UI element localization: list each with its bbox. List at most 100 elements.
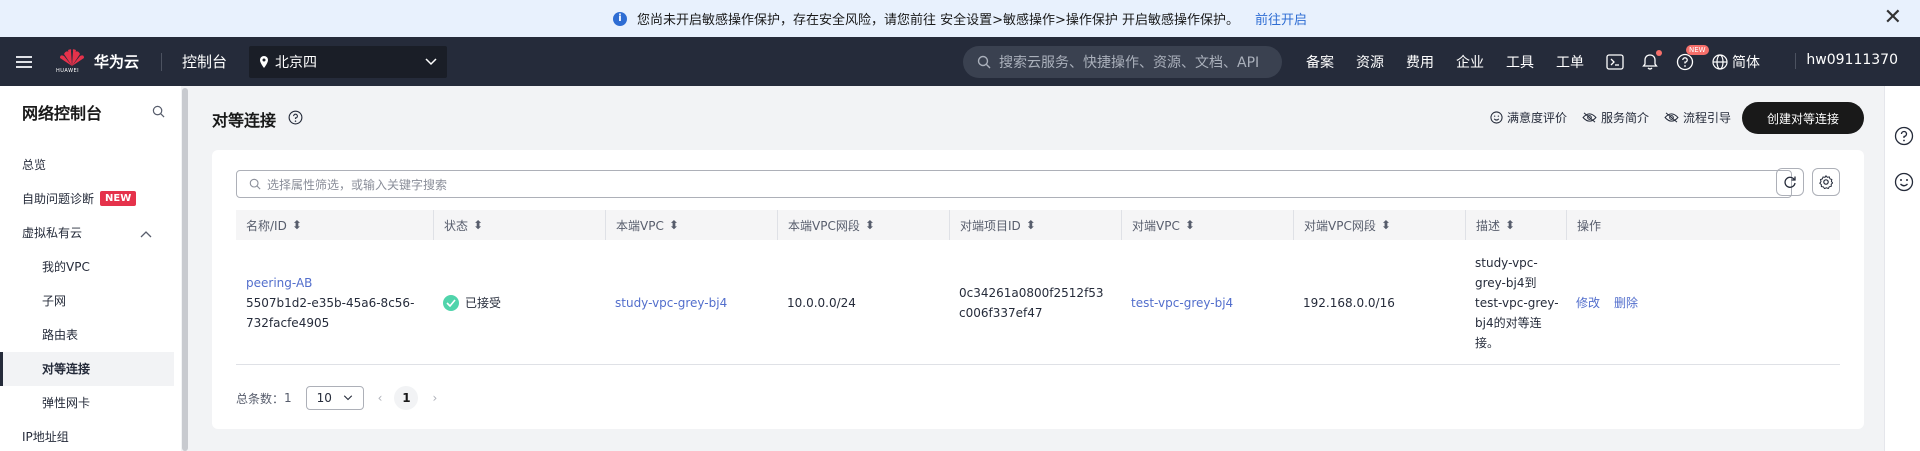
- column-header-local-cidr[interactable]: 本端VPC网段 ⬍: [777, 210, 949, 240]
- gear-icon: [1819, 175, 1833, 189]
- pagination: 总条数： 1 10 ‹ 1 ›: [236, 386, 437, 410]
- header-menu: 备案 资源 费用 企业 工具 工单 NEW 简体: [1306, 37, 1778, 86]
- table-row: peering-AB 5507b1d2-e35b-45a6-8c56- 732f…: [236, 240, 1840, 365]
- local-vpc-link[interactable]: study-vpc-grey-bj4: [615, 293, 777, 313]
- help-icon[interactable]: [1894, 126, 1914, 146]
- chevron-right-icon[interactable]: ›: [432, 391, 437, 405]
- help-icon[interactable]: [288, 110, 303, 125]
- menu-beian[interactable]: 备案: [1306, 52, 1334, 72]
- refresh-button[interactable]: [1776, 168, 1804, 196]
- menu-tickets[interactable]: 工单: [1556, 52, 1584, 72]
- search-placeholder: 搜索云服务、快捷操作、资源、文档、API: [999, 55, 1260, 71]
- delete-link[interactable]: 删除: [1614, 293, 1638, 313]
- sidebar-item-vpc-group[interactable]: 虚拟私有云: [22, 224, 82, 241]
- column-header-peer-vpc[interactable]: 对端VPC ⬍: [1121, 210, 1293, 240]
- sidebar-item-route-table[interactable]: 路由表: [42, 326, 78, 343]
- settings-button[interactable]: [1812, 168, 1840, 196]
- sidebar-scrollbar[interactable]: [181, 86, 189, 451]
- page-title: 对等连接: [212, 111, 277, 130]
- sort-icon[interactable]: ⬍: [473, 218, 483, 232]
- refresh-icon: [1784, 176, 1796, 188]
- sort-icon[interactable]: ⬍: [865, 218, 875, 232]
- smiley-feedback-icon[interactable]: [1894, 172, 1914, 192]
- close-icon[interactable]: ✕: [1884, 6, 1902, 30]
- right-rail: [1884, 86, 1920, 451]
- notice-enable-link[interactable]: 前往开启: [1255, 9, 1307, 28]
- search-icon[interactable]: [152, 105, 165, 118]
- menu-resources[interactable]: 资源: [1356, 52, 1384, 72]
- column-label: 描述: [1476, 218, 1501, 233]
- language-switch[interactable]: 简体: [1712, 52, 1760, 72]
- sort-icon[interactable]: ⬍: [1381, 218, 1391, 232]
- brand-sub: HUAWEI: [56, 67, 80, 74]
- cloud-shell-icon[interactable]: [1606, 53, 1624, 70]
- menu-tools[interactable]: 工具: [1506, 52, 1534, 72]
- chevron-down-icon: [343, 395, 352, 401]
- filter-search-input[interactable]: 选择属性筛选，或输入关键字搜索: [236, 170, 1792, 198]
- sidebar-item-subnet[interactable]: 子网: [42, 292, 66, 309]
- new-badge: NEW: [100, 191, 137, 206]
- column-header-peer-cidr[interactable]: 对端VPC网段 ⬍: [1293, 210, 1465, 240]
- chevron-up-icon[interactable]: [140, 230, 152, 238]
- page-number-current[interactable]: 1: [394, 386, 419, 410]
- menu-enterprise[interactable]: 企业: [1456, 52, 1484, 72]
- sidebar-item-ip-group[interactable]: IP地址组: [22, 428, 69, 445]
- cell-local-vpc: study-vpc-grey-bj4: [605, 240, 777, 365]
- search-icon: [977, 55, 991, 69]
- sidebar-item-diagnosis[interactable]: 自助问题诊断 NEW: [22, 190, 137, 207]
- help-icon[interactable]: NEW: [1676, 44, 1709, 71]
- scrollbar-thumb[interactable]: [182, 88, 188, 451]
- sort-icon[interactable]: ⬍: [1505, 218, 1515, 232]
- action-label: 满意度评价: [1507, 111, 1568, 125]
- create-peering-button[interactable]: 创建对等连接: [1742, 102, 1864, 134]
- sidebar-item-overview[interactable]: 总览: [22, 156, 46, 173]
- modify-link[interactable]: 修改: [1576, 293, 1600, 313]
- column-header-description[interactable]: 描述 ⬍: [1465, 210, 1566, 240]
- satisfaction-rating-link[interactable]: 满意度评价: [1490, 109, 1567, 126]
- menu-billing[interactable]: 费用: [1406, 52, 1434, 72]
- service-intro-link[interactable]: 服务简介: [1582, 109, 1649, 126]
- chevron-left-icon[interactable]: ‹: [378, 391, 383, 405]
- sidebar-item-eni[interactable]: 弹性网卡: [42, 394, 90, 411]
- location-pin-icon: [260, 55, 269, 68]
- username[interactable]: hw09111370: [1806, 52, 1898, 68]
- notice-message: 您尚未开启敏感操作保护，存在安全风险，请您前往 安全设置>敏感操作>操作保护 开…: [636, 13, 1240, 28]
- peering-name-link[interactable]: peering-AB: [246, 273, 433, 293]
- sort-icon[interactable]: ⬍: [669, 218, 679, 232]
- column-header-status[interactable]: 状态 ⬍: [433, 210, 605, 240]
- description-line: study-vpc-: [1475, 255, 1538, 270]
- description-line: 接。: [1475, 335, 1500, 350]
- console-link[interactable]: 控制台: [182, 51, 227, 72]
- process-guide-link[interactable]: 流程引导: [1664, 109, 1731, 126]
- column-label: 本端VPC网段: [788, 218, 860, 233]
- region-selector[interactable]: 北京四: [249, 45, 448, 78]
- menu-icon[interactable]: [16, 53, 32, 71]
- security-notice-banner: i 您尚未开启敏感操作保护，存在安全风险，请您前往 安全设置>敏感操作>操作保护…: [0, 0, 1920, 37]
- peer-vpc-link[interactable]: test-vpc-grey-bj4: [1131, 293, 1293, 313]
- column-header-local-vpc[interactable]: 本端VPC ⬍: [605, 210, 777, 240]
- sidebar: 网络控制台 总览 自助问题诊断 NEW 虚拟私有云 我的VPC 子网 路由表 对…: [0, 86, 181, 451]
- column-header-peer-project[interactable]: 对端项目ID ⬍: [949, 210, 1121, 240]
- globe-icon: [1712, 53, 1728, 70]
- sort-icon[interactable]: ⬍: [1185, 218, 1195, 232]
- cell-peer-project: 0c34261a0800f2512f53 c006f337ef47: [949, 240, 1121, 365]
- action-label: 流程引导: [1683, 111, 1732, 125]
- notification-dot: [1656, 49, 1662, 56]
- huawei-cloud-logo[interactable]: HUAWEI 华为云: [56, 48, 139, 76]
- peering-list-card: 选择属性筛选，或输入关键字搜索 名称/ID ⬍ 状态 ⬍ 本端VPC ⬍ 本端VPC网…: [212, 150, 1864, 429]
- check-circle-icon: [443, 294, 459, 311]
- global-search-input[interactable]: 搜索云服务、快捷操作、资源、文档、API: [963, 46, 1282, 78]
- sidebar-item-peering[interactable]: 对等连接: [42, 360, 90, 377]
- cell-peer-vpc: test-vpc-grey-bj4: [1121, 240, 1293, 365]
- cell-name-id: peering-AB 5507b1d2-e35b-45a6-8c56- 732f…: [236, 240, 433, 365]
- bell-icon[interactable]: [1642, 49, 1662, 71]
- sort-icon[interactable]: ⬍: [1026, 218, 1036, 232]
- sort-icon[interactable]: ⬍: [292, 218, 302, 232]
- sidebar-item-label: 虚拟私有云: [22, 226, 83, 240]
- action-label: 服务简介: [1601, 111, 1650, 125]
- page-size-select[interactable]: 10: [305, 386, 364, 410]
- peer-project-line1: 0c34261a0800f2512f53: [959, 285, 1104, 300]
- table-header: 名称/ID ⬍ 状态 ⬍ 本端VPC ⬍ 本端VPC网段 ⬍ 对端项目ID ⬍ 对端VPC…: [236, 210, 1840, 240]
- sidebar-item-my-vpc[interactable]: 我的VPC: [42, 258, 90, 275]
- column-header-name[interactable]: 名称/ID ⬍: [236, 210, 433, 240]
